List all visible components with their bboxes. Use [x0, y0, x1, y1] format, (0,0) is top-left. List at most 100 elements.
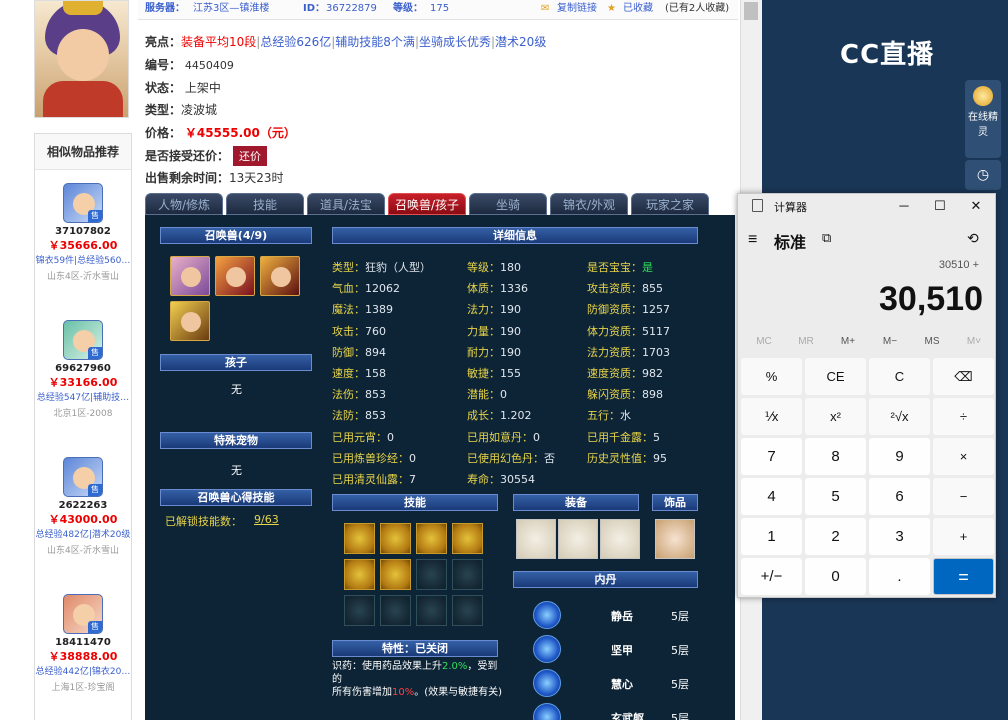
- neidan-item[interactable]: 玄武躯 5层: [533, 703, 723, 720]
- calc-key-0-2[interactable]: C: [869, 358, 930, 395]
- similar-item-id: 2622263: [58, 500, 108, 511]
- memory-key-3[interactable]: M−: [870, 336, 910, 347]
- calc-key-5-0[interactable]: +/−: [741, 558, 802, 595]
- equip-slot-ring[interactable]: [516, 519, 556, 559]
- similar-item-tags[interactable]: 锦衣59件|总经验560…: [35, 253, 131, 266]
- unlocked-value[interactable]: 9/63: [254, 513, 279, 526]
- equip-slot-necklace[interactable]: [558, 519, 598, 559]
- neidan-item[interactable]: 慧心 5层: [533, 669, 723, 697]
- highlight-3: 坐骑成长优秀: [418, 35, 491, 49]
- stat-col1-3: 攻击：760: [332, 324, 386, 338]
- calc-key-2-3[interactable]: ×: [933, 438, 994, 475]
- equip-slot-armor[interactable]: [600, 519, 640, 559]
- calc-key-2-0[interactable]: 7: [741, 438, 802, 475]
- calc-key-1-2[interactable]: ²√x: [869, 398, 930, 435]
- skill-icon[interactable]: [380, 559, 411, 590]
- similar-item[interactable]: 售 2622263 ￥43000.00 总经验482亿|潜术20级 山东4区-沂水雪山: [35, 457, 131, 581]
- remaining-label: 出售剩余时间：: [145, 171, 230, 185]
- calc-key-4-1[interactable]: 2: [805, 518, 866, 555]
- memory-key-5[interactable]: M˅: [954, 336, 994, 347]
- neidan-icon: [533, 601, 561, 629]
- neidan-item[interactable]: 静岳 5层: [533, 601, 723, 629]
- online-spirit-button[interactable]: 在线精灵: [965, 80, 1001, 158]
- calc-key-5-2[interactable]: .: [869, 558, 930, 595]
- tab-1[interactable]: 技能: [226, 193, 304, 215]
- skill-icon[interactable]: [452, 523, 483, 554]
- calc-key-3-3[interactable]: −: [933, 478, 994, 515]
- server-label: 服务器：: [145, 3, 185, 14]
- skill-icon[interactable]: [380, 523, 411, 554]
- calc-key-2-1[interactable]: 8: [805, 438, 866, 475]
- pet-slot-1[interactable]: [170, 256, 210, 296]
- history-icon[interactable]: ⟲: [967, 230, 979, 247]
- neidan-item[interactable]: 坚甲 5层: [533, 635, 723, 663]
- similar-item[interactable]: 售 18411470 ￥38888.00 总经验442亿|锦衣20… 上海1区-珍宝阁: [35, 594, 131, 718]
- similar-item-price: ￥38888.00: [48, 650, 118, 663]
- copy-link-button[interactable]: 复制链接: [557, 1, 597, 17]
- tab-2[interactable]: 道具/法宝: [307, 193, 385, 215]
- pet-slot-4[interactable]: [170, 301, 210, 341]
- calc-key-5-1[interactable]: 0: [805, 558, 866, 595]
- character-avatar: [34, 0, 129, 118]
- calc-key-3-0[interactable]: 4: [741, 478, 802, 515]
- ornament-header: 饰品: [652, 494, 698, 511]
- similar-item-tags[interactable]: 总经验442亿|锦衣20…: [35, 664, 131, 677]
- calc-key-1-0[interactable]: ⅟x: [741, 398, 802, 435]
- similar-item-tags[interactable]: 总经验482亿|潜术20级: [35, 527, 131, 540]
- neidan-name: 坚甲: [611, 644, 633, 657]
- sale-badge: 售: [88, 210, 102, 222]
- tab-6[interactable]: 玩家之家: [631, 193, 709, 215]
- calc-key-4-3[interactable]: +: [933, 518, 994, 555]
- minimize-button[interactable]: ─: [886, 196, 922, 216]
- similar-item-thumbnail[interactable]: 售: [63, 594, 103, 634]
- similar-item-thumbnail[interactable]: 售: [63, 183, 103, 223]
- calculator-titlebar[interactable]: 计算器 ─ ☐ ✕: [738, 194, 995, 218]
- similar-item-thumbnail[interactable]: 售: [63, 320, 103, 360]
- memory-key-2[interactable]: M+: [828, 336, 868, 347]
- similar-item-tags[interactable]: 总经验547亿|辅助技…: [35, 390, 131, 403]
- stat-col2-8: 已用如意丹：0: [467, 430, 540, 444]
- calculator-expression: 30510 +: [938, 259, 979, 271]
- tab-5[interactable]: 锦衣/外观: [550, 193, 628, 215]
- stat-col3-5: 速度资质：982: [587, 367, 663, 380]
- tab-4[interactable]: 坐骑: [469, 193, 547, 215]
- calc-key-0-1[interactable]: CE: [805, 358, 866, 395]
- similar-item[interactable]: 售 69627960 ￥33166.00 总经验547亿|辅助技… 北京1区-2008: [35, 320, 131, 444]
- tab-3[interactable]: 召唤兽/孩子: [388, 193, 466, 215]
- calc-key-2-2[interactable]: 9: [869, 438, 930, 475]
- keep-on-top-icon[interactable]: ⧉: [822, 230, 831, 246]
- favorite-button[interactable]: 已收藏: [623, 1, 653, 17]
- calc-key-1-1[interactable]: x²: [805, 398, 866, 435]
- close-button[interactable]: ✕: [958, 196, 994, 216]
- skill-icon[interactable]: [416, 523, 447, 554]
- calc-key-4-2[interactable]: 3: [869, 518, 930, 555]
- memory-key-0[interactable]: MC: [744, 336, 784, 347]
- stat-col3-6: 躲闪资质：898: [587, 388, 663, 402]
- hamburger-menu-icon[interactable]: ≡: [748, 231, 757, 249]
- similar-item[interactable]: 售 37107802 ￥35666.00 锦衣59件|总经验560… 山东4区-沂水雪山: [35, 183, 131, 307]
- clock-icon[interactable]: ◷: [965, 160, 1001, 190]
- calc-key-5-3[interactable]: =: [933, 558, 994, 595]
- favorite-count: (已有2人收藏): [665, 3, 730, 14]
- server-value[interactable]: 江苏3区—镇淮楼: [193, 1, 269, 17]
- pet-slot-2[interactable]: [215, 256, 255, 296]
- skill-icon[interactable]: [344, 559, 375, 590]
- similar-item-thumbnail[interactable]: 售: [63, 457, 103, 497]
- calc-key-0-0[interactable]: %: [741, 358, 802, 395]
- bargain-button[interactable]: 还价: [233, 146, 268, 166]
- calc-key-3-2[interactable]: 6: [869, 478, 930, 515]
- calc-key-3-1[interactable]: 5: [805, 478, 866, 515]
- calculator-mode: 标准: [774, 235, 807, 252]
- tab-0[interactable]: 人物/修炼: [145, 193, 223, 215]
- calc-key-0-3[interactable]: ⌫: [933, 358, 994, 395]
- ornament-slot[interactable]: [655, 519, 695, 559]
- memory-key-4[interactable]: MS: [912, 336, 952, 347]
- calc-key-4-0[interactable]: 1: [741, 518, 802, 555]
- stat-col2-1: 体质：1336: [467, 282, 528, 296]
- highlight-0: 装备平均10段: [181, 35, 257, 49]
- skill-icon[interactable]: [344, 523, 375, 554]
- pet-slot-3[interactable]: [260, 256, 300, 296]
- maximize-button[interactable]: ☐: [922, 196, 958, 216]
- calc-key-1-3[interactable]: ÷: [933, 398, 994, 435]
- memory-key-1[interactable]: MR: [786, 336, 826, 347]
